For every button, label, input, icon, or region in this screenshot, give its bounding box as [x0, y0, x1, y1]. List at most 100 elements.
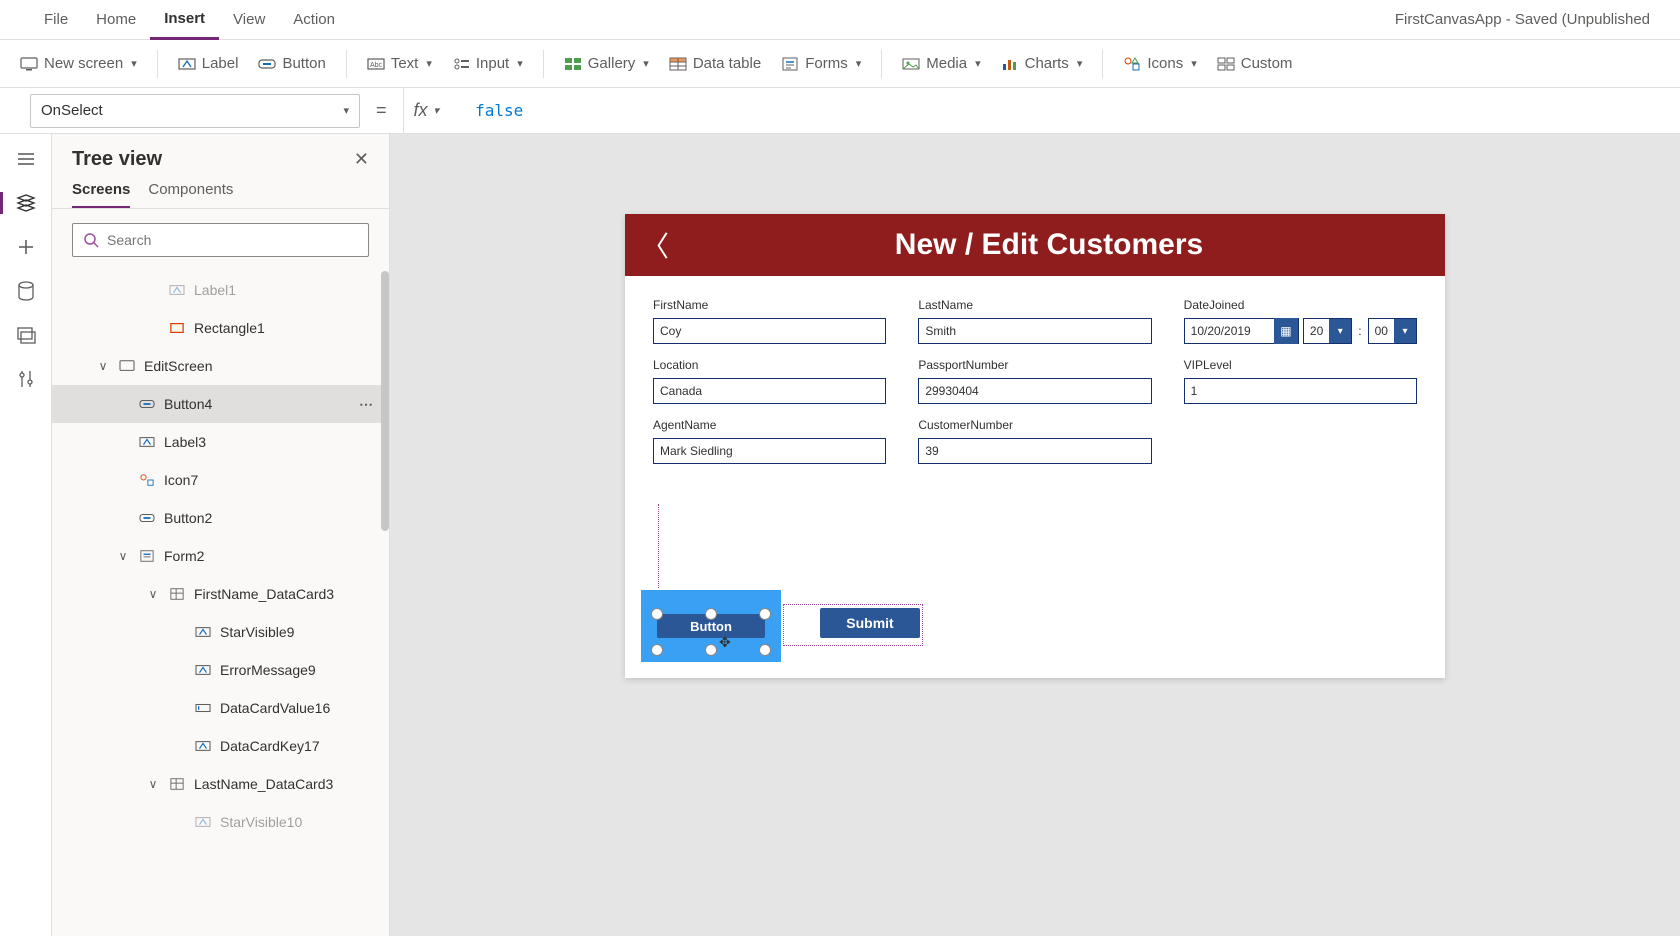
field-viplevel: VIPLevel — [1184, 358, 1417, 404]
tree-item-label1[interactable]: Label1 — [52, 271, 389, 309]
ribbon-text[interactable]: Abc Text▾ — [367, 55, 432, 72]
menu-file[interactable]: File — [30, 0, 82, 40]
submit-button[interactable]: Submit — [820, 608, 920, 638]
rectangle-icon — [168, 320, 186, 336]
more-icon[interactable]: ⋯ — [359, 396, 375, 413]
hour-value: 20 — [1304, 319, 1329, 343]
divider — [346, 50, 347, 78]
label-location: Location — [653, 358, 886, 372]
chevron-icon[interactable]: ∨ — [96, 359, 110, 373]
tree-item-label: Icon7 — [164, 472, 198, 488]
input-location[interactable] — [653, 378, 886, 404]
resize-handle[interactable] — [651, 644, 663, 656]
media-rail-icon[interactable] — [14, 324, 38, 346]
chevron-down-icon: ▾ — [1394, 319, 1416, 343]
resize-handle[interactable] — [651, 608, 663, 620]
chevron-icon[interactable]: ∨ — [116, 549, 130, 563]
tab-components[interactable]: Components — [148, 181, 233, 208]
tree-item-label: DataCardValue16 — [220, 700, 330, 716]
selection-box-button4[interactable]: Button ✥ — [641, 590, 781, 662]
tree-item-label3[interactable]: Label3 — [52, 423, 389, 461]
resize-handle[interactable] — [705, 644, 717, 656]
ribbon-icons[interactable]: Icons▾ — [1123, 55, 1196, 72]
input-agentname[interactable] — [653, 438, 886, 464]
divider — [1102, 50, 1103, 78]
search-field[interactable] — [107, 232, 358, 248]
tree-item-button2[interactable]: Button2 — [52, 499, 389, 537]
datacard-icon — [168, 586, 186, 602]
ribbon-label[interactable]: Label — [178, 55, 239, 72]
label-agentname: AgentName — [653, 418, 886, 432]
advanced-tools-icon[interactable] — [14, 368, 38, 390]
tree-item-starvisible10[interactable]: StarVisible10 — [52, 803, 389, 841]
menu-insert[interactable]: Insert — [150, 0, 219, 40]
tree-item-label: Label3 — [164, 434, 206, 450]
tree-item-icon7[interactable]: Icon7 — [52, 461, 389, 499]
field-customernumber: CustomerNumber — [918, 418, 1151, 464]
ribbon-datatable[interactable]: Data table — [669, 55, 761, 72]
tree-item-label: StarVisible10 — [220, 814, 302, 830]
property-selector[interactable]: OnSelect ▾ — [30, 94, 360, 128]
menu-home[interactable]: Home — [82, 0, 150, 40]
input-passport[interactable] — [918, 378, 1151, 404]
chevron-icon[interactable]: ∨ — [146, 777, 160, 791]
custom-icon — [1217, 56, 1235, 72]
tree-item-datacardkey17[interactable]: DataCardKey17 — [52, 727, 389, 765]
back-icon[interactable]: 〈 — [641, 225, 669, 265]
form-icon — [138, 548, 156, 564]
tree-item-button4[interactable]: Button4 ⋯ — [52, 385, 389, 423]
input-firstname[interactable] — [653, 318, 886, 344]
hamburger-icon[interactable] — [14, 148, 38, 170]
input-customernumber[interactable] — [918, 438, 1151, 464]
tree-item-form2[interactable]: ∨ Form2 — [52, 537, 389, 575]
tree-item-starvisible9[interactable]: StarVisible9 — [52, 613, 389, 651]
tree-item-errormessage9[interactable]: ErrorMessage9 — [52, 651, 389, 689]
resize-handle[interactable] — [705, 608, 717, 620]
data-icon[interactable] — [14, 280, 38, 302]
tree-item-firstname_datacard3[interactable]: ∨FirstName_DataCard3 — [52, 575, 389, 613]
tree-item-lastname_datacard3[interactable]: ∨LastName_DataCard3 — [52, 765, 389, 803]
tree-item-label: Form2 — [164, 548, 204, 564]
dropdown-hour[interactable]: 20▾ — [1303, 318, 1352, 344]
tree-item-label: ErrorMessage9 — [220, 662, 316, 678]
tree-item-label: Button4 — [164, 396, 212, 412]
ribbon-charts[interactable]: Charts▾ — [1001, 55, 1083, 72]
chevron-down-icon: ▾ — [856, 57, 862, 70]
input-datejoined-date[interactable]: 10/20/2019 ▦ — [1184, 318, 1299, 344]
close-icon[interactable]: ✕ — [354, 149, 369, 170]
input-lastname[interactable] — [918, 318, 1151, 344]
tab-screens[interactable]: Screens — [72, 181, 130, 208]
calendar-icon[interactable]: ▦ — [1274, 318, 1298, 344]
input-viplevel[interactable] — [1184, 378, 1417, 404]
search-input[interactable] — [72, 223, 369, 257]
menu-action[interactable]: Action — [279, 0, 349, 40]
ribbon-button[interactable]: Button — [258, 55, 325, 72]
ribbon-forms[interactable]: Forms▾ — [781, 55, 861, 72]
chevron-down-icon: ▾ — [343, 104, 349, 117]
menu-view[interactable]: View — [219, 0, 279, 40]
ribbon-media-label: Media — [926, 55, 967, 72]
ribbon-gallery[interactable]: Gallery▾ — [564, 55, 649, 72]
scrollbar[interactable] — [381, 271, 389, 531]
label-icon — [168, 282, 186, 298]
tree-item-editscreen[interactable]: ∨EditScreen — [52, 347, 389, 385]
formula-input[interactable]: false — [465, 101, 1650, 120]
form-grid: FirstName LastName DateJoined 10/20/2019… — [625, 276, 1445, 486]
tree-item-rectangle1[interactable]: Rectangle1 — [52, 309, 389, 347]
tree-view-icon[interactable] — [0, 192, 38, 214]
field-passport: PassportNumber — [918, 358, 1151, 404]
fx-button[interactable]: fx ▾ — [403, 88, 450, 134]
label-datejoined: DateJoined — [1184, 298, 1417, 312]
dropdown-minute[interactable]: 00▾ — [1368, 318, 1417, 344]
ribbon-input[interactable]: Input▾ — [452, 55, 523, 72]
field-agentname: AgentName — [653, 418, 886, 464]
ribbon-custom[interactable]: Custom — [1217, 55, 1293, 72]
insert-icon[interactable] — [14, 236, 38, 258]
tree-item-datacardvalue16[interactable]: DataCardValue16 — [52, 689, 389, 727]
divider — [543, 50, 544, 78]
chevron-icon[interactable]: ∨ — [146, 587, 160, 601]
resize-handle[interactable] — [759, 644, 771, 656]
resize-handle[interactable] — [759, 608, 771, 620]
ribbon-new-screen[interactable]: New screen▾ — [20, 55, 137, 72]
ribbon-media[interactable]: Media▾ — [902, 55, 980, 72]
